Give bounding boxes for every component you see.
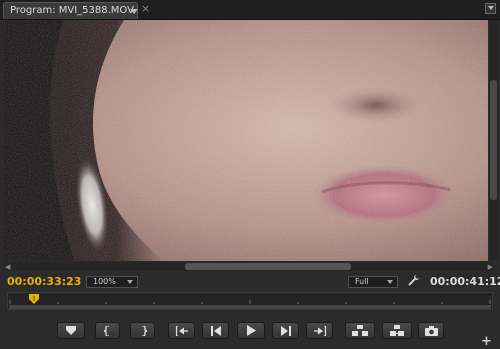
ruler-ticks	[9, 300, 491, 304]
ruler-work-area-bar[interactable]	[9, 305, 491, 309]
close-icon[interactable]: ×	[141, 3, 150, 15]
chevron-down-icon	[127, 280, 133, 284]
add-marker-button[interactable]	[57, 322, 85, 339]
go-to-out-button[interactable]	[306, 322, 333, 339]
step-back-icon	[210, 325, 221, 336]
camera-icon	[424, 325, 438, 336]
button-editor-add-icon[interactable]: +	[481, 335, 492, 348]
extract-icon	[390, 325, 404, 336]
zoom-level-select[interactable]: 100%	[86, 276, 138, 288]
scroll-left-arrow-icon[interactable]: ◀	[5, 263, 10, 271]
vertical-scroll-thumb[interactable]	[490, 80, 497, 200]
lift-icon	[352, 325, 368, 336]
panel-menu-icon[interactable]	[485, 3, 496, 14]
time-ruler[interactable]	[7, 292, 493, 310]
play-button[interactable]	[237, 322, 265, 339]
tab-program-monitor[interactable]: Program: MVI_5388.MOV	[3, 2, 138, 19]
mark-in-button[interactable]	[95, 322, 120, 339]
program-monitor-panel: Program: MVI_5388.MOV × ◀ ▶ 00:00:33:23 …	[0, 0, 500, 349]
export-frame-button[interactable]	[418, 322, 444, 339]
go-to-in-icon	[175, 325, 188, 336]
lift-button[interactable]	[345, 322, 375, 339]
go-to-in-button[interactable]	[168, 322, 195, 339]
playback-resolution-select[interactable]: Full	[348, 276, 398, 288]
vertical-scrollbar[interactable]	[489, 20, 498, 261]
mark-out-button[interactable]	[130, 322, 155, 339]
step-forward-icon	[280, 325, 291, 336]
extract-button[interactable]	[382, 322, 412, 339]
step-back-button[interactable]	[202, 322, 229, 339]
video-frame-image	[4, 20, 488, 261]
transport-controls	[0, 318, 500, 342]
playback-resolution-value: Full	[355, 277, 369, 286]
marker-icon	[66, 326, 76, 335]
monitor-info-row: 00:00:33:23 100% Full 00:00:41:12	[0, 272, 500, 290]
tab-label: Program: MVI_5388.MOV	[10, 5, 134, 16]
mark-out-icon	[141, 325, 147, 336]
step-forward-button[interactable]	[272, 322, 299, 339]
go-to-out-icon	[313, 325, 326, 336]
chevron-down-icon[interactable]	[130, 9, 138, 14]
duration-timecode: 00:00:41:12	[430, 275, 500, 288]
panel-tab-bar: Program: MVI_5388.MOV ×	[0, 0, 500, 20]
horizontal-scrollbar[interactable]: ◀ ▶	[4, 262, 494, 271]
scroll-right-arrow-icon[interactable]: ▶	[488, 263, 493, 271]
video-frame	[4, 20, 488, 261]
wrench-icon[interactable]	[408, 274, 420, 289]
horizontal-scroll-thumb[interactable]	[185, 263, 351, 270]
mark-in-icon	[103, 325, 109, 336]
chevron-down-icon	[387, 280, 393, 284]
zoom-level-value: 100%	[93, 277, 116, 286]
current-timecode[interactable]: 00:00:33:23	[7, 275, 81, 288]
play-icon	[247, 325, 256, 336]
playhead-icon[interactable]	[29, 294, 39, 304]
